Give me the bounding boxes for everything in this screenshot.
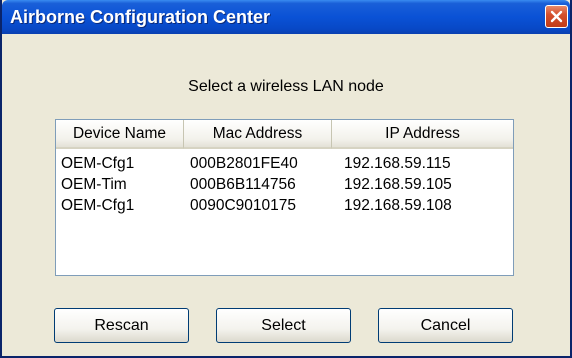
- ip-address-cell: 192.168.59.115: [344, 155, 451, 172]
- column-header-mac-address[interactable]: Mac Address: [184, 120, 332, 149]
- node-list[interactable]: Device Name Mac Address IP Address OEM-C…: [55, 119, 514, 276]
- mac-address-cell: 000B2801FE40: [190, 155, 298, 172]
- dialog-window: Airborne Configuration Center Select a w…: [0, 0, 572, 358]
- cancel-button[interactable]: Cancel: [378, 308, 513, 343]
- mac-address-cell: 000B6B114756: [190, 176, 296, 193]
- mac-address-cell: 0090C9010175: [190, 197, 297, 214]
- device-name-cell: OEM-Cfg1: [61, 197, 135, 214]
- window-title: Airborne Configuration Center: [10, 7, 270, 27]
- close-button[interactable]: [545, 5, 568, 28]
- rescan-button[interactable]: Rescan: [54, 308, 189, 343]
- ip-address-cell: 192.168.59.108: [344, 197, 452, 214]
- title-bar[interactable]: Airborne Configuration Center: [2, 0, 570, 34]
- list-row[interactable]: OEM-Cfg1 0090C9010175 192.168.59.108: [56, 195, 513, 216]
- list-header: Device Name Mac Address IP Address: [56, 120, 513, 149]
- list-row[interactable]: OEM-Cfg1 000B2801FE40 192.168.59.115: [56, 153, 513, 174]
- device-name-cell: OEM-Tim: [61, 176, 127, 193]
- list-row[interactable]: OEM-Tim 000B6B114756 192.168.59.105: [56, 174, 513, 195]
- prompt-label: Select a wireless LAN node: [188, 78, 384, 95]
- ip-address-cell: 192.168.59.105: [344, 176, 452, 193]
- device-name-cell: OEM-Cfg1: [61, 155, 135, 172]
- close-x-icon: [550, 10, 563, 23]
- column-header-ip-address[interactable]: IP Address: [332, 120, 513, 149]
- list-rows: OEM-Cfg1 000B2801FE40 192.168.59.115 OEM…: [56, 153, 513, 216]
- select-button[interactable]: Select: [216, 308, 351, 343]
- column-header-device-name[interactable]: Device Name: [56, 120, 184, 149]
